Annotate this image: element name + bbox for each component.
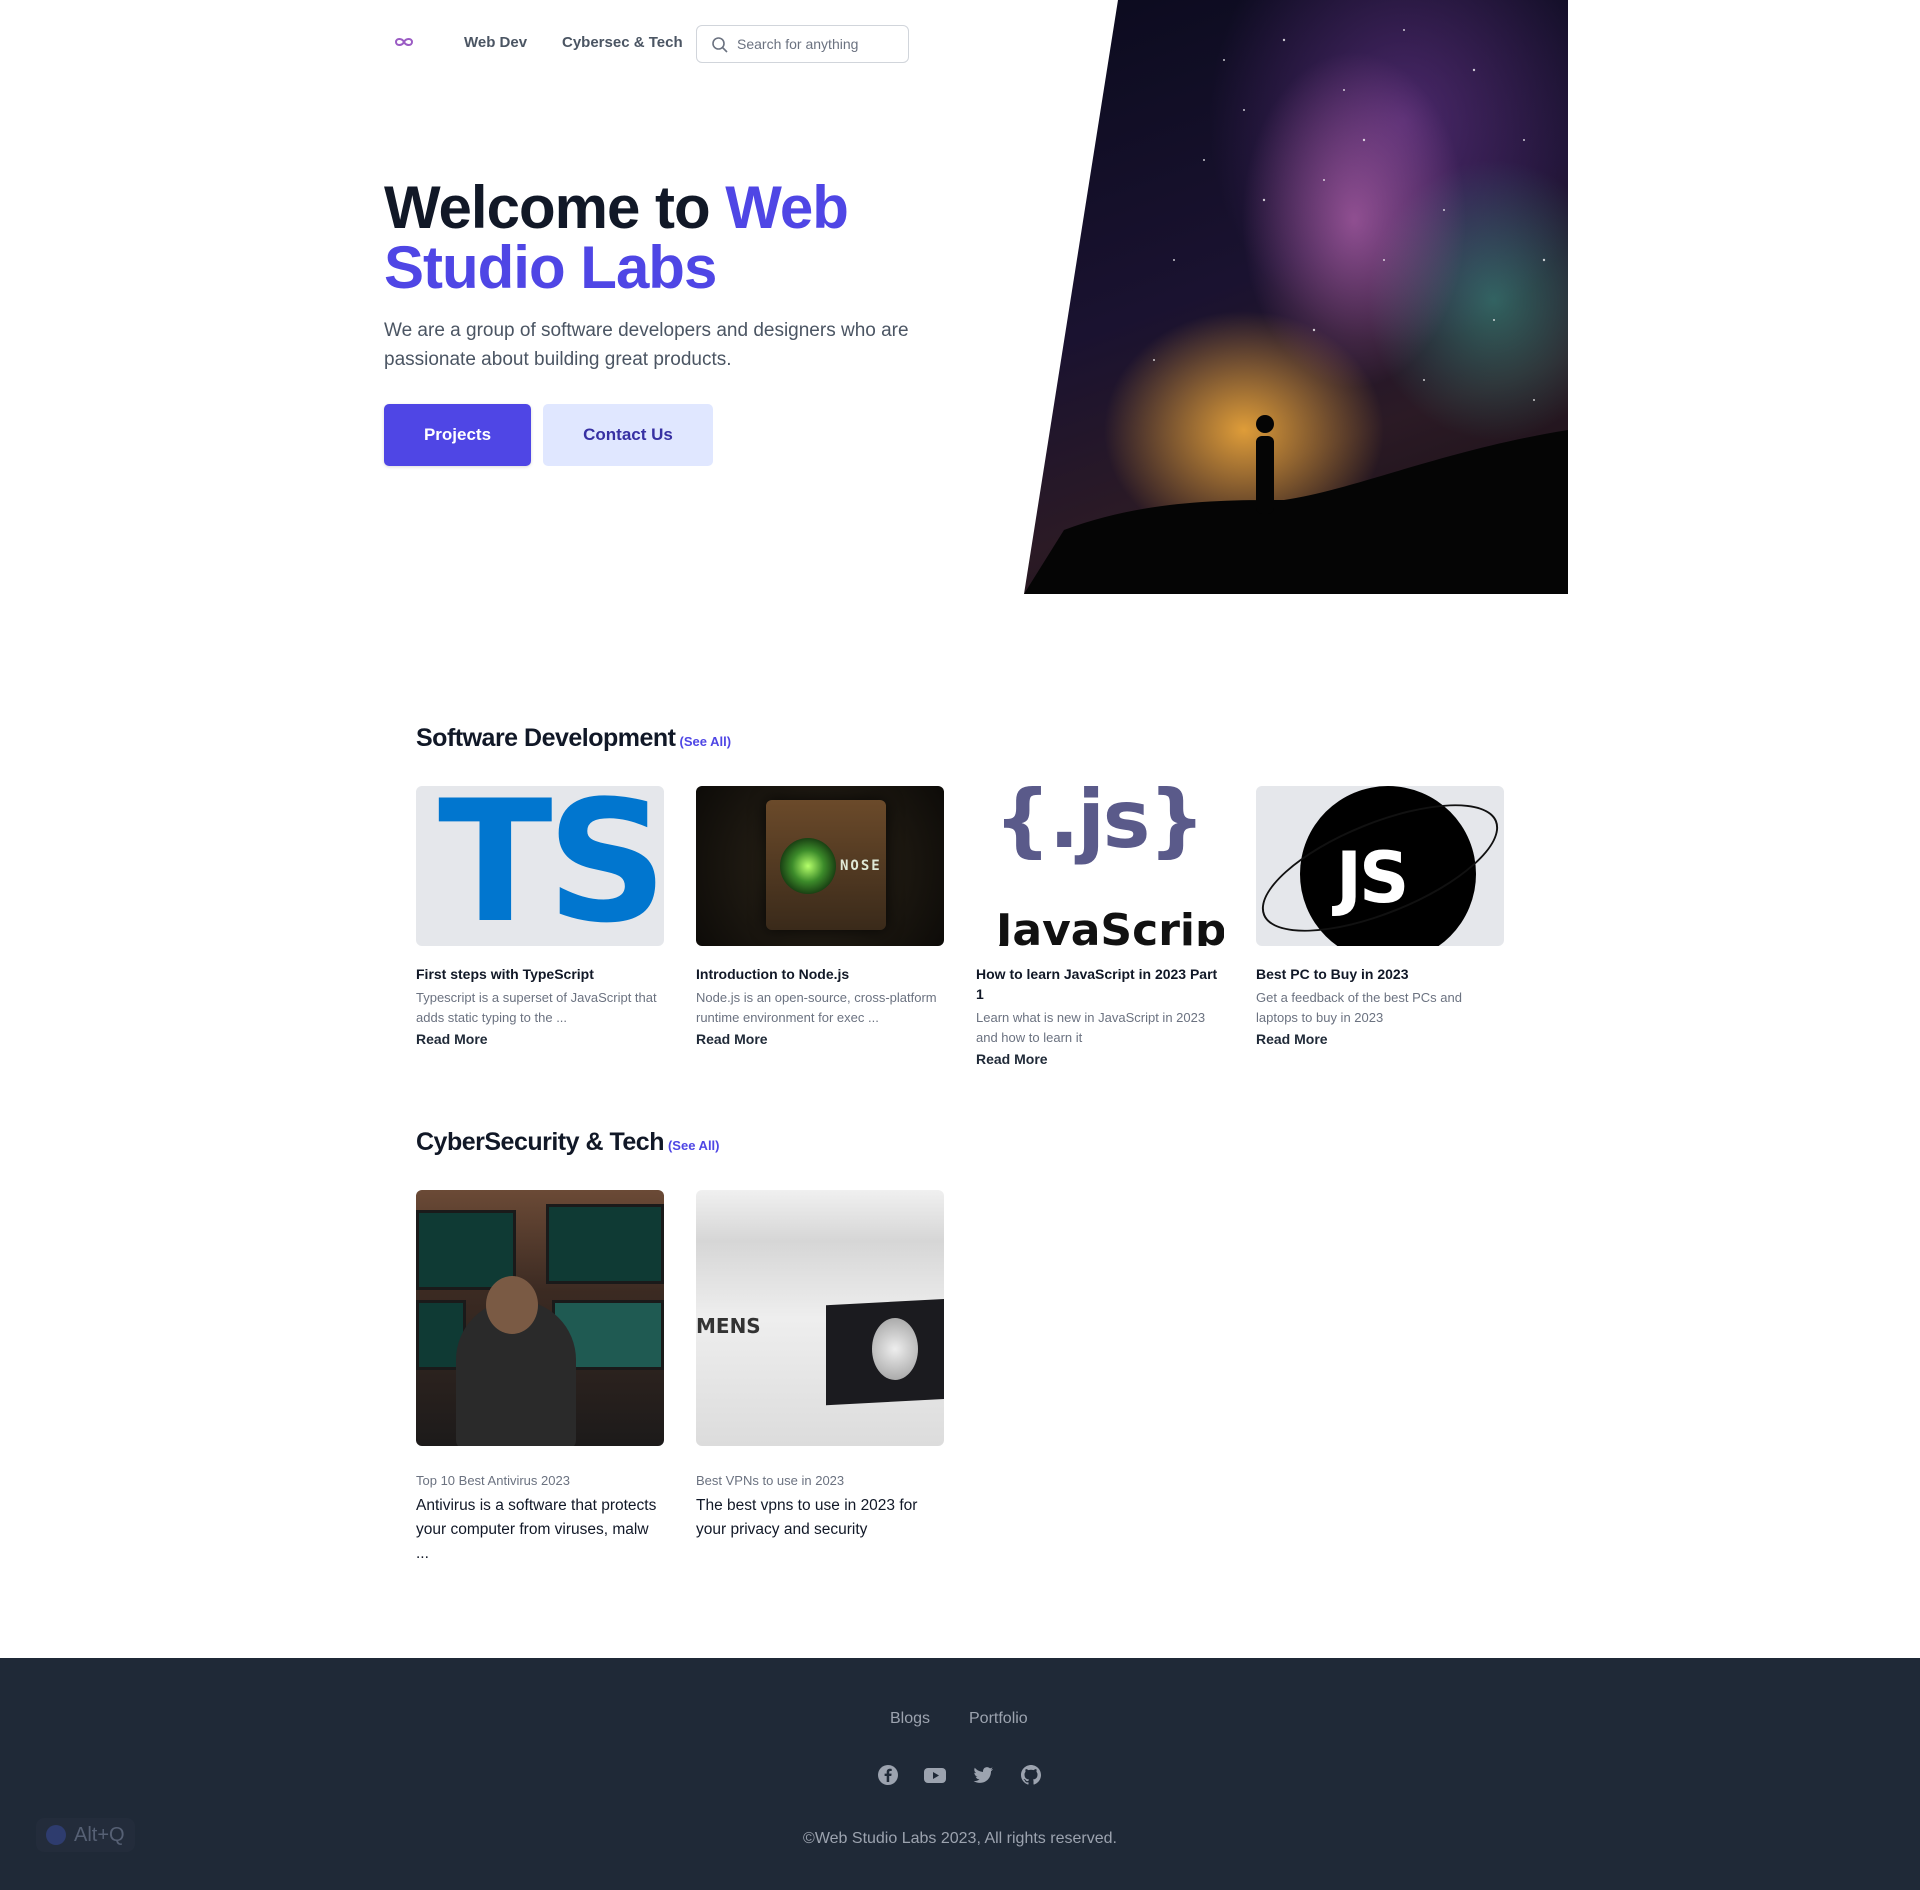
card-caption[interactable]: Best VPNs to use in 2023 [696, 1472, 944, 1490]
card-nodejs[interactable]: NOSE Introduction to Node.js Node.js is … [696, 786, 944, 1049]
read-more-link[interactable]: Read More [976, 1049, 1224, 1069]
card-description: Typescript is a superset of JavaScript t… [416, 990, 657, 1025]
card-vpn[interactable]: MENS Best VPNs to use in 2023 The best v… [696, 1190, 944, 1542]
hero-image [1024, 0, 1568, 594]
card-description: Learn what is new in JavaScript in 2023 … [976, 1010, 1206, 1045]
read-more-link[interactable]: Read More [696, 1029, 944, 1049]
hero-silhouette [1024, 29, 1568, 594]
hero-title-plain: Welcome to [384, 174, 726, 241]
footer-link-blogs[interactable]: Blogs [890, 1710, 930, 1728]
nodejs-thumbnail[interactable]: NOSE [696, 786, 944, 946]
footer-link-portfolio[interactable]: Portfolio [969, 1710, 1028, 1728]
typescript-thumbnail[interactable]: TS [416, 786, 664, 946]
card-body: Antivirus is a software that protects yo… [416, 1497, 657, 1562]
facebook-icon[interactable] [877, 1764, 899, 1786]
nav-cybersec-tech[interactable]: Cybersec & Tech [562, 34, 683, 51]
see-all-cyber-link[interactable]: (See All) [668, 1138, 720, 1153]
hotkey-overlay[interactable]: Alt+Q [36, 1818, 135, 1852]
card-title[interactable]: How to learn JavaScript in 2023 Part 1 [976, 964, 1224, 1004]
hero-subtitle: We are a group of software developers an… [384, 320, 909, 370]
js-planet-thumbnail[interactable]: JS [1256, 786, 1504, 946]
card-title[interactable]: Introduction to Node.js [696, 964, 944, 984]
card-description: Get a feedback of the best PCs and lapto… [1256, 990, 1462, 1025]
nav-web-dev[interactable]: Web Dev [464, 34, 527, 51]
projects-button[interactable]: Projects [384, 404, 531, 466]
javascript-braces-thumbnail[interactable]: {.js} JavaScript [976, 786, 1224, 946]
hero-title: Welcome to Web Studio Labs [384, 178, 944, 298]
search-icon [712, 37, 728, 53]
card-caption[interactable]: Top 10 Best Antivirus 2023 [416, 1472, 664, 1490]
js-logo-text: JS [1336, 837, 1409, 919]
card-javascript-2023[interactable]: {.js} JavaScript How to learn JavaScript… [976, 786, 1224, 1069]
card-description: Node.js is an open-source, cross-platfor… [696, 990, 937, 1025]
see-all-software-link[interactable]: (See All) [680, 734, 732, 749]
javascript-word-text: JavaScript [996, 905, 1224, 947]
section-title-cyber: CyberSecurity & Tech (See All) [416, 1128, 720, 1157]
antivirus-thumbnail[interactable] [416, 1190, 664, 1446]
contact-us-button[interactable]: Contact Us [543, 404, 713, 466]
monitor-graphic [546, 1204, 664, 1284]
twitter-icon[interactable] [972, 1764, 994, 1786]
vpn-thumbnail[interactable]: MENS [696, 1190, 944, 1446]
read-more-link[interactable]: Read More [416, 1029, 664, 1049]
section-title-software-text: Software Development [416, 724, 676, 752]
card-typescript[interactable]: TS First steps with TypeScript Typescrip… [416, 786, 664, 1049]
section-title-software: Software Development (See All) [416, 724, 731, 753]
search-box[interactable] [696, 25, 909, 63]
card-title[interactable]: Best PC to Buy in 2023 [1256, 964, 1504, 984]
vpn-device-label: MENS [696, 1314, 761, 1338]
card-body: The best vpns to use in 2023 for your pr… [696, 1497, 918, 1538]
github-icon[interactable] [1020, 1764, 1042, 1786]
search-input[interactable] [735, 34, 903, 54]
footer: Blogs Portfolio ©Web Studio Labs 2023, A… [0, 1658, 1920, 1890]
assistant-icon [46, 1825, 66, 1845]
copyright-text: ©Web Studio Labs 2023, All rights reserv… [803, 1830, 1117, 1847]
node-glow-graphic [780, 838, 836, 894]
dial-graphic [872, 1318, 918, 1380]
person-head-graphic [486, 1276, 538, 1334]
typescript-logo-text: TS [438, 786, 664, 946]
node-box-label: NOSE [840, 858, 882, 874]
section-title-cyber-text: CyberSecurity & Tech [416, 1128, 664, 1156]
card-antivirus[interactable]: Top 10 Best Antivirus 2023 Antivirus is … [416, 1190, 664, 1566]
logo-icon[interactable] [394, 34, 414, 50]
js-braces-text: {.js} [994, 786, 1205, 866]
card-best-pc[interactable]: JS Best PC to Buy in 2023 Get a feedback… [1256, 786, 1504, 1049]
youtube-icon[interactable] [924, 1764, 946, 1786]
card-title[interactable]: First steps with TypeScript [416, 964, 664, 984]
read-more-link[interactable]: Read More [1256, 1029, 1504, 1049]
hotkey-label: Alt+Q [74, 1823, 125, 1846]
